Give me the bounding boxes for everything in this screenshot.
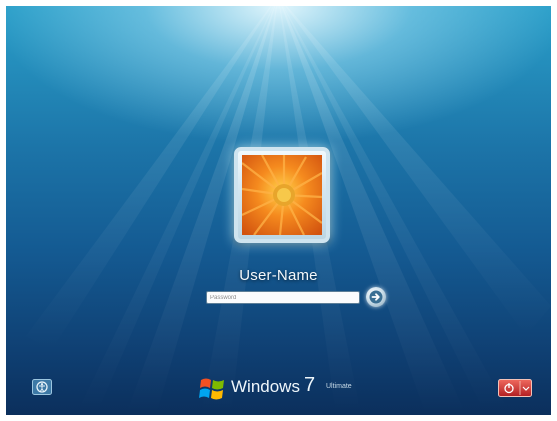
- ease-of-access-icon[interactable]: [32, 379, 52, 395]
- user-tile[interactable]: [234, 147, 330, 243]
- version-number: 7: [304, 374, 316, 396]
- windows-wordmark: Windows: [231, 377, 300, 396]
- password-field[interactable]: [206, 291, 360, 304]
- login-screen: User-Name Windows 7 Ultimate: [6, 6, 551, 415]
- user-name-label: User-Name: [239, 267, 318, 284]
- edition-label: Ultimate: [326, 383, 352, 390]
- submit-button[interactable]: [366, 287, 386, 307]
- shutdown-icon[interactable]: [498, 379, 532, 397]
- arrow-right-icon: [369, 290, 383, 304]
- windows-branding: Windows 7 Ultimate: [199, 374, 399, 404]
- windows-flag-icon: [199, 378, 224, 400]
- orange-flower-icon: [242, 155, 322, 235]
